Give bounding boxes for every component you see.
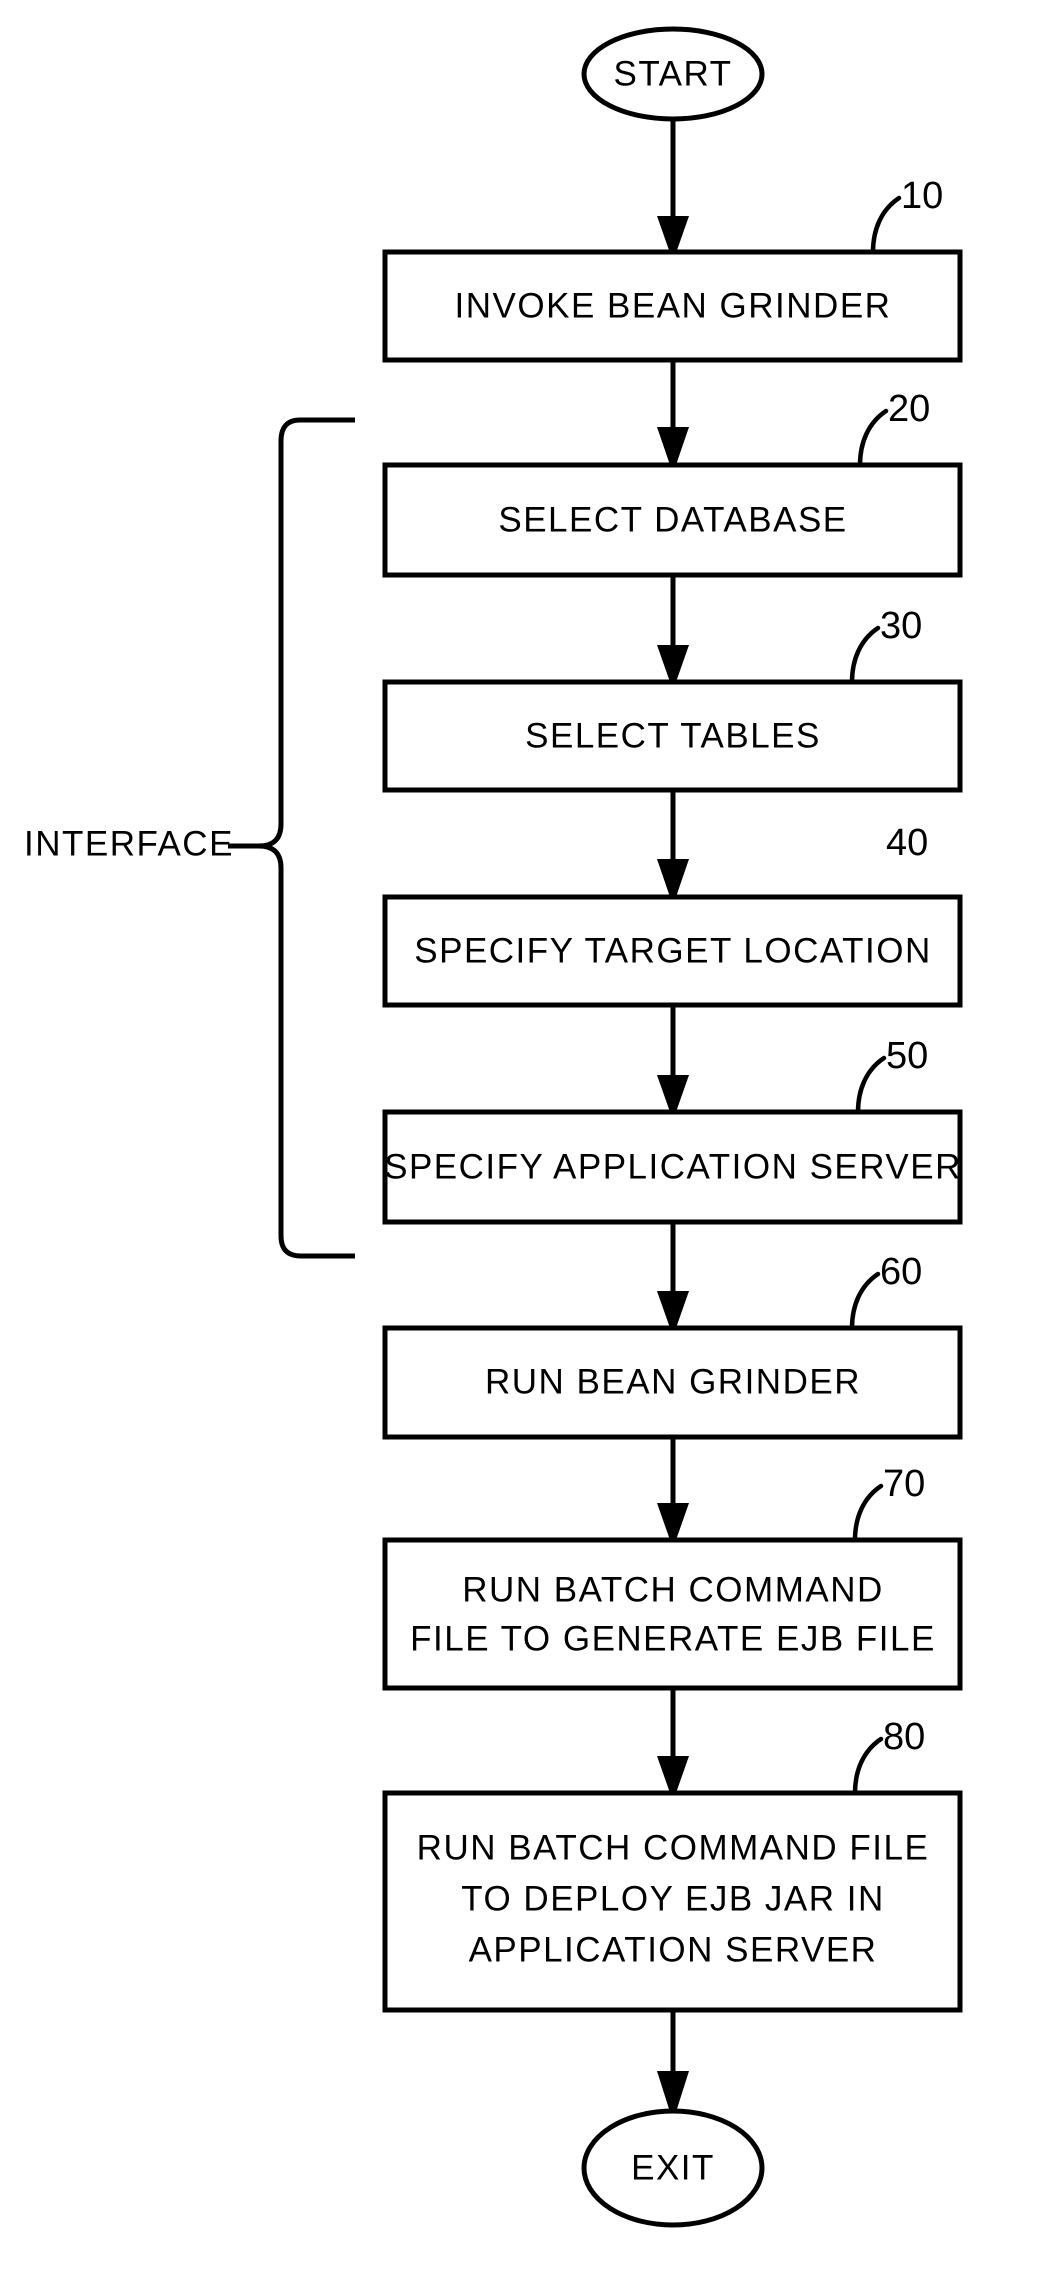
ref-number-30: 30 xyxy=(880,605,922,647)
start-terminal: START xyxy=(581,26,765,122)
arrowhead-to-70 xyxy=(657,1503,689,1540)
arrowhead-to-40 xyxy=(657,859,689,897)
step-box-70-line-1: RUN BATCH COMMAND xyxy=(462,1570,884,1609)
exit-terminal: EXIT xyxy=(581,2108,765,2228)
arrowhead-to-30 xyxy=(657,645,689,682)
arrowhead-to-10 xyxy=(657,216,689,253)
ref-number-50: 50 xyxy=(886,1035,928,1077)
arrowhead-to-exit xyxy=(657,2071,689,2112)
ref-number-20: 20 xyxy=(888,388,930,430)
flowchart-page: INTERFACE START INVOKE BEAN GRINDER 10 S… xyxy=(0,0,1058,2274)
interface-group-label: INTERFACE xyxy=(24,824,234,863)
leader-line-80 xyxy=(852,1736,884,1796)
start-terminal-label: START xyxy=(614,54,733,93)
ref-number-80: 80 xyxy=(883,1716,925,1758)
step-box-70-line-2: FILE TO GENERATE EJB FILE xyxy=(410,1619,936,1658)
leader-line-10 xyxy=(870,195,902,255)
exit-terminal-label: EXIT xyxy=(631,2148,715,2187)
arrowhead-to-50 xyxy=(657,1075,689,1112)
bracket-bottom-arm xyxy=(278,1235,355,1259)
leader-line-50 xyxy=(855,1055,887,1115)
leader-line-60 xyxy=(849,1271,881,1331)
flowchart-diagram: INTERFACE START INVOKE BEAN GRINDER 10 S… xyxy=(24,26,963,2228)
step-box-80-line-2: TO DEPLOY EJB JAR IN xyxy=(461,1879,885,1918)
arrowhead-to-80 xyxy=(657,1756,689,1793)
step-box-80-line-3: APPLICATION SERVER xyxy=(469,1930,878,1969)
step-box-30-line-1: SELECT TABLES xyxy=(525,716,821,755)
leader-line-70 xyxy=(852,1483,884,1543)
interface-bracket xyxy=(228,417,355,1259)
arrowhead-to-60 xyxy=(657,1291,689,1328)
step-box-70-shape xyxy=(382,1537,963,1691)
bracket-curl-lower xyxy=(228,843,284,1236)
leader-line-20 xyxy=(857,408,889,468)
ref-number-70: 70 xyxy=(883,1463,925,1505)
ref-number-10: 10 xyxy=(901,175,943,217)
ref-number-60: 60 xyxy=(880,1251,922,1293)
bracket-top-arm xyxy=(278,417,355,824)
step-box-50-line-1: SPECIFY APPLICATION SERVER xyxy=(384,1147,962,1186)
ref-number-40: 40 xyxy=(886,822,928,864)
step-box-60-line-1: RUN BEAN GRINDER xyxy=(485,1362,861,1401)
step-box-40-line-1: SPECIFY TARGET LOCATION xyxy=(414,931,931,970)
leader-line-30 xyxy=(849,625,881,685)
bracket-curl-upper xyxy=(228,823,284,849)
arrowhead-to-20 xyxy=(657,427,689,465)
step-box-20-line-1: SELECT DATABASE xyxy=(498,500,847,539)
step-box-10-line-1: INVOKE BEAN GRINDER xyxy=(455,286,892,325)
step-box-80-line-1: RUN BATCH COMMAND FILE xyxy=(417,1828,930,1867)
